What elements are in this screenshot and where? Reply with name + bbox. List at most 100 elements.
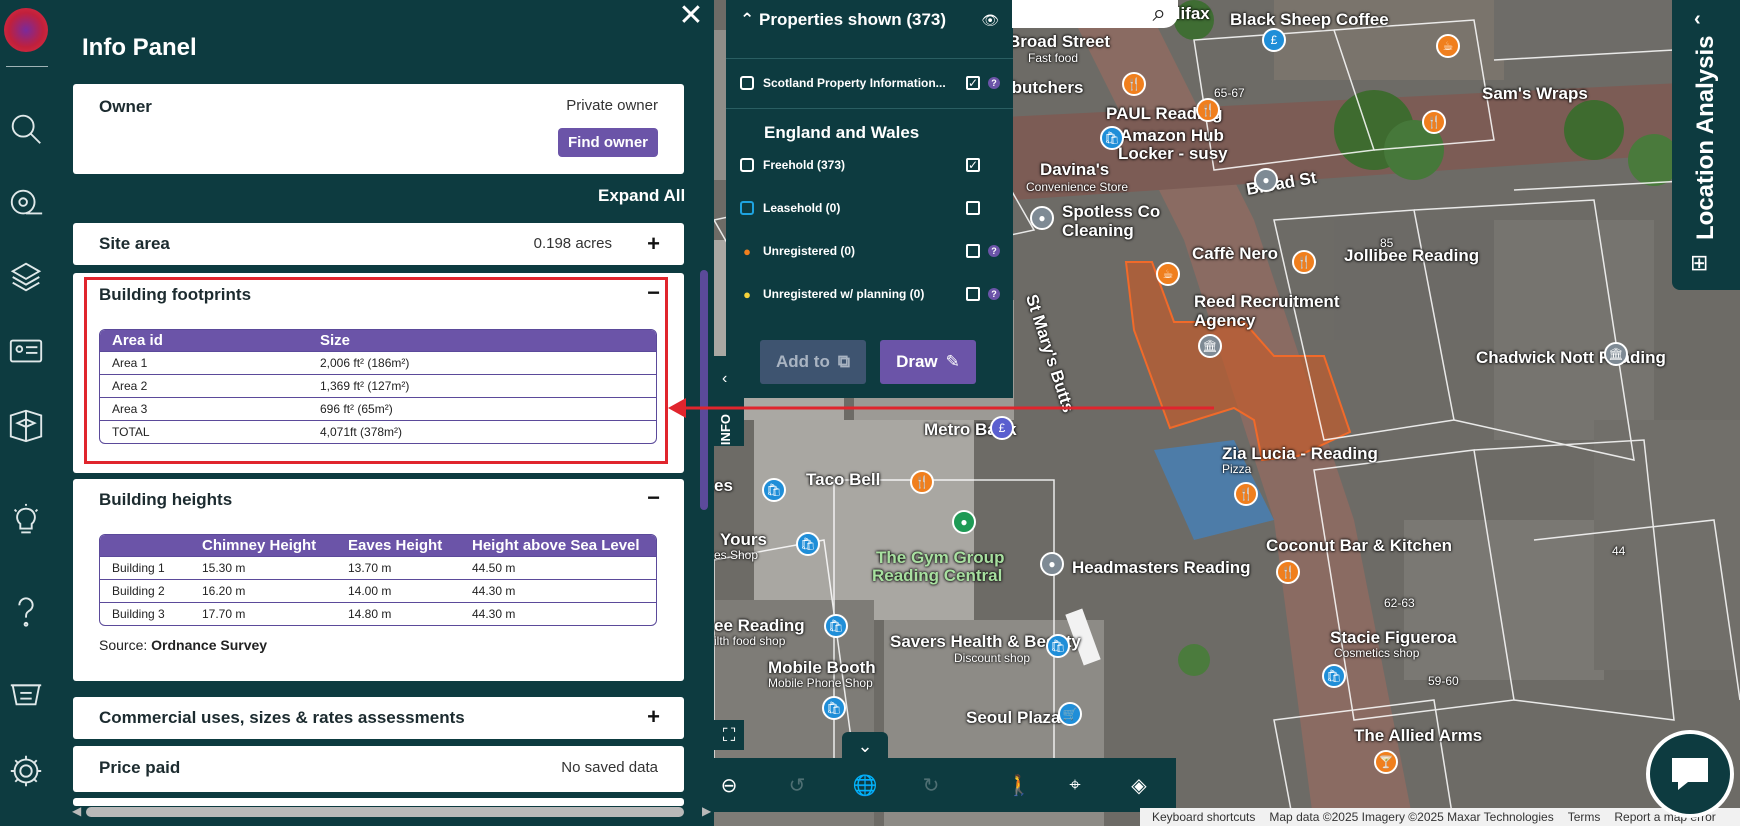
eye-icon[interactable]: 👁 bbox=[981, 12, 999, 29]
map-layers-icon[interactable]: ◈ bbox=[1124, 770, 1154, 800]
layer-toggle[interactable] bbox=[740, 76, 754, 90]
search-icon[interactable]: ⌕ bbox=[1153, 0, 1166, 28]
shop-pin-icon[interactable]: 🛒 bbox=[1058, 702, 1082, 726]
visible-checkbox[interactable] bbox=[966, 287, 980, 301]
map-search-bar[interactable]: ⌕ bbox=[1012, 0, 1178, 28]
restaurant-pin-icon[interactable]: 🍴 bbox=[1196, 98, 1220, 122]
layer-row-unregistered-planning[interactable]: ● Unregistered w/ planning (0) ? bbox=[740, 284, 1000, 304]
analysis-icon[interactable]: ⊞ bbox=[1690, 250, 1708, 276]
bank-pin-icon[interactable]: £ bbox=[1262, 28, 1286, 52]
layers-3d-icon[interactable] bbox=[5, 256, 47, 298]
zoom-out-icon[interactable]: ⊖ bbox=[714, 770, 744, 800]
scroll-right-icon[interactable]: ▶ bbox=[702, 804, 711, 818]
collapse-heights-button[interactable]: − bbox=[647, 487, 660, 509]
restaurant-pin-icon[interactable]: 🍴 bbox=[1422, 110, 1446, 134]
scrollbar-thumb[interactable] bbox=[86, 807, 684, 817]
expand-site-area-button[interactable]: + bbox=[647, 233, 660, 255]
shop-pin-icon[interactable]: 🛍 bbox=[762, 478, 786, 502]
settings-gear-icon[interactable] bbox=[5, 750, 47, 792]
app-logo[interactable] bbox=[4, 8, 48, 52]
layer-row-unregistered[interactable]: ● Unregistered (0) ? bbox=[740, 241, 1000, 261]
service-pin-icon[interactable]: ● bbox=[1030, 206, 1054, 230]
chat-button[interactable] bbox=[1646, 730, 1734, 818]
cafe-pin-icon[interactable]: ☕ bbox=[1156, 262, 1180, 286]
rotate-left-icon[interactable]: ↺ bbox=[782, 770, 812, 800]
help-icon[interactable]: ? bbox=[988, 288, 1000, 300]
id-card-icon[interactable] bbox=[5, 330, 47, 372]
map-frame-icon[interactable]: ⛶ bbox=[714, 720, 744, 750]
scroll-left-icon[interactable]: ◀ bbox=[72, 804, 81, 818]
layer-row-freehold[interactable]: Freehold (373) ✓ bbox=[740, 155, 1000, 175]
horizontal-scrollbar[interactable]: ◀ ▶ bbox=[66, 804, 718, 818]
restaurant-pin-icon[interactable]: 🍴 bbox=[1292, 250, 1316, 274]
expand-commercial-button[interactable]: + bbox=[647, 706, 660, 728]
site-area-card[interactable]: Site area 0.198 acres + bbox=[73, 223, 684, 265]
visible-checkbox[interactable]: ✓ bbox=[966, 158, 980, 172]
measure-tape-icon[interactable] bbox=[5, 182, 47, 224]
shop-pin-icon[interactable]: 🛍 bbox=[1100, 126, 1124, 150]
rotate-right-icon[interactable]: ↻ bbox=[916, 770, 946, 800]
terms-link[interactable]: Terms bbox=[1568, 810, 1601, 824]
vertical-scrollbar[interactable] bbox=[700, 270, 708, 510]
help-icon[interactable] bbox=[5, 590, 47, 632]
restaurant-pin-icon[interactable]: 🍴 bbox=[910, 470, 934, 494]
owner-label: Owner bbox=[99, 97, 152, 116]
landmark-pin-icon[interactable]: 🏛 bbox=[1198, 334, 1222, 358]
layer-toggle[interactable] bbox=[740, 201, 754, 215]
visible-checkbox[interactable] bbox=[966, 201, 980, 215]
lightbulb-icon[interactable] bbox=[5, 500, 47, 542]
map-label: 59-60 bbox=[1428, 674, 1459, 688]
layer-toggle[interactable] bbox=[740, 158, 754, 172]
building-heights-label: Building heights bbox=[99, 490, 233, 509]
search-icon[interactable] bbox=[5, 108, 47, 150]
properties-shown-header[interactable]: ⌃ Properties shown (373) bbox=[740, 10, 946, 30]
chevron-up-icon[interactable]: ⌃ bbox=[740, 10, 754, 29]
price-paid-card[interactable]: Price paid No saved data bbox=[73, 746, 684, 792]
shop-pin-icon[interactable]: 🛍 bbox=[1046, 634, 1070, 658]
shop-pin-icon[interactable]: 🛍 bbox=[796, 532, 820, 556]
map-label: 85 bbox=[1380, 236, 1394, 250]
help-icon[interactable]: ? bbox=[988, 77, 1000, 89]
add-to-button[interactable]: Add to ⧉ bbox=[760, 340, 866, 384]
source-name: Ordnance Survey bbox=[151, 637, 268, 653]
map-label: ee Reading bbox=[714, 616, 805, 635]
layer-row-leasehold[interactable]: Leasehold (0) bbox=[740, 198, 1000, 218]
restaurant-pin-icon[interactable]: 🍴 bbox=[1276, 560, 1300, 584]
location-pin-icon[interactable]: ⌖ bbox=[1060, 770, 1090, 800]
restaurant-pin-icon[interactable]: 🍴 bbox=[1234, 482, 1258, 506]
commercial-card[interactable]: Commercial uses, sizes & rates assessmen… bbox=[73, 697, 684, 739]
service-pin-icon[interactable]: ● bbox=[1254, 168, 1278, 192]
gym-pin-icon[interactable]: ● bbox=[952, 510, 976, 534]
street-view-icon[interactable]: 🚶 bbox=[1004, 770, 1034, 800]
service-pin-icon[interactable]: ● bbox=[1040, 552, 1064, 576]
chevron-left-icon[interactable]: ‹ bbox=[1694, 8, 1701, 31]
find-owner-button[interactable]: Find owner bbox=[558, 128, 658, 157]
layer-row-scotland[interactable]: Scotland Property Information... ✓ ? bbox=[740, 73, 1000, 93]
keyboard-shortcuts-link[interactable]: Keyboard shortcuts bbox=[1152, 810, 1255, 824]
basket-icon[interactable] bbox=[5, 670, 47, 712]
service-pin-icon[interactable]: 🏛 bbox=[1604, 342, 1628, 366]
chevron-down-icon[interactable]: ⌄ bbox=[842, 732, 888, 760]
help-icon[interactable]: ? bbox=[988, 245, 1000, 257]
bar-pin-icon[interactable]: 🍸 bbox=[1374, 750, 1398, 774]
add-to-label: Add to bbox=[776, 352, 830, 371]
table-row: Building 1 15.30 m 13.70 m 44.50 m bbox=[100, 556, 656, 579]
shop-pin-icon[interactable]: 🛍 bbox=[824, 614, 848, 638]
globe-3d-icon[interactable]: 🌐 bbox=[850, 770, 880, 800]
book-3d-icon[interactable] bbox=[5, 404, 47, 446]
chevron-left-icon[interactable]: ‹ bbox=[722, 370, 727, 388]
shop-pin-icon[interactable]: 🛍 bbox=[822, 696, 846, 720]
location-analysis-tab[interactable]: ‹ Location Analysis ⊞ bbox=[1672, 0, 1740, 290]
close-icon[interactable]: ✕ bbox=[678, 1, 704, 31]
visible-checkbox[interactable] bbox=[966, 244, 980, 258]
map-label: Mobile Booth bbox=[768, 658, 876, 677]
expand-all-button[interactable]: Expand All bbox=[598, 186, 685, 206]
cafe-pin-icon[interactable]: ☕ bbox=[1436, 34, 1460, 58]
map-label: ilth food shop bbox=[714, 634, 786, 648]
visible-checkbox[interactable]: ✓ bbox=[966, 76, 980, 90]
layer-label: Scotland Property Information... bbox=[763, 76, 946, 90]
map-label: Chadwick Nott Reading bbox=[1476, 348, 1666, 367]
draw-button[interactable]: Draw ✎ bbox=[880, 340, 976, 384]
shop-pin-icon[interactable]: 🛍 bbox=[1322, 664, 1346, 688]
restaurant-pin-icon[interactable]: 🍴 bbox=[1122, 72, 1146, 96]
